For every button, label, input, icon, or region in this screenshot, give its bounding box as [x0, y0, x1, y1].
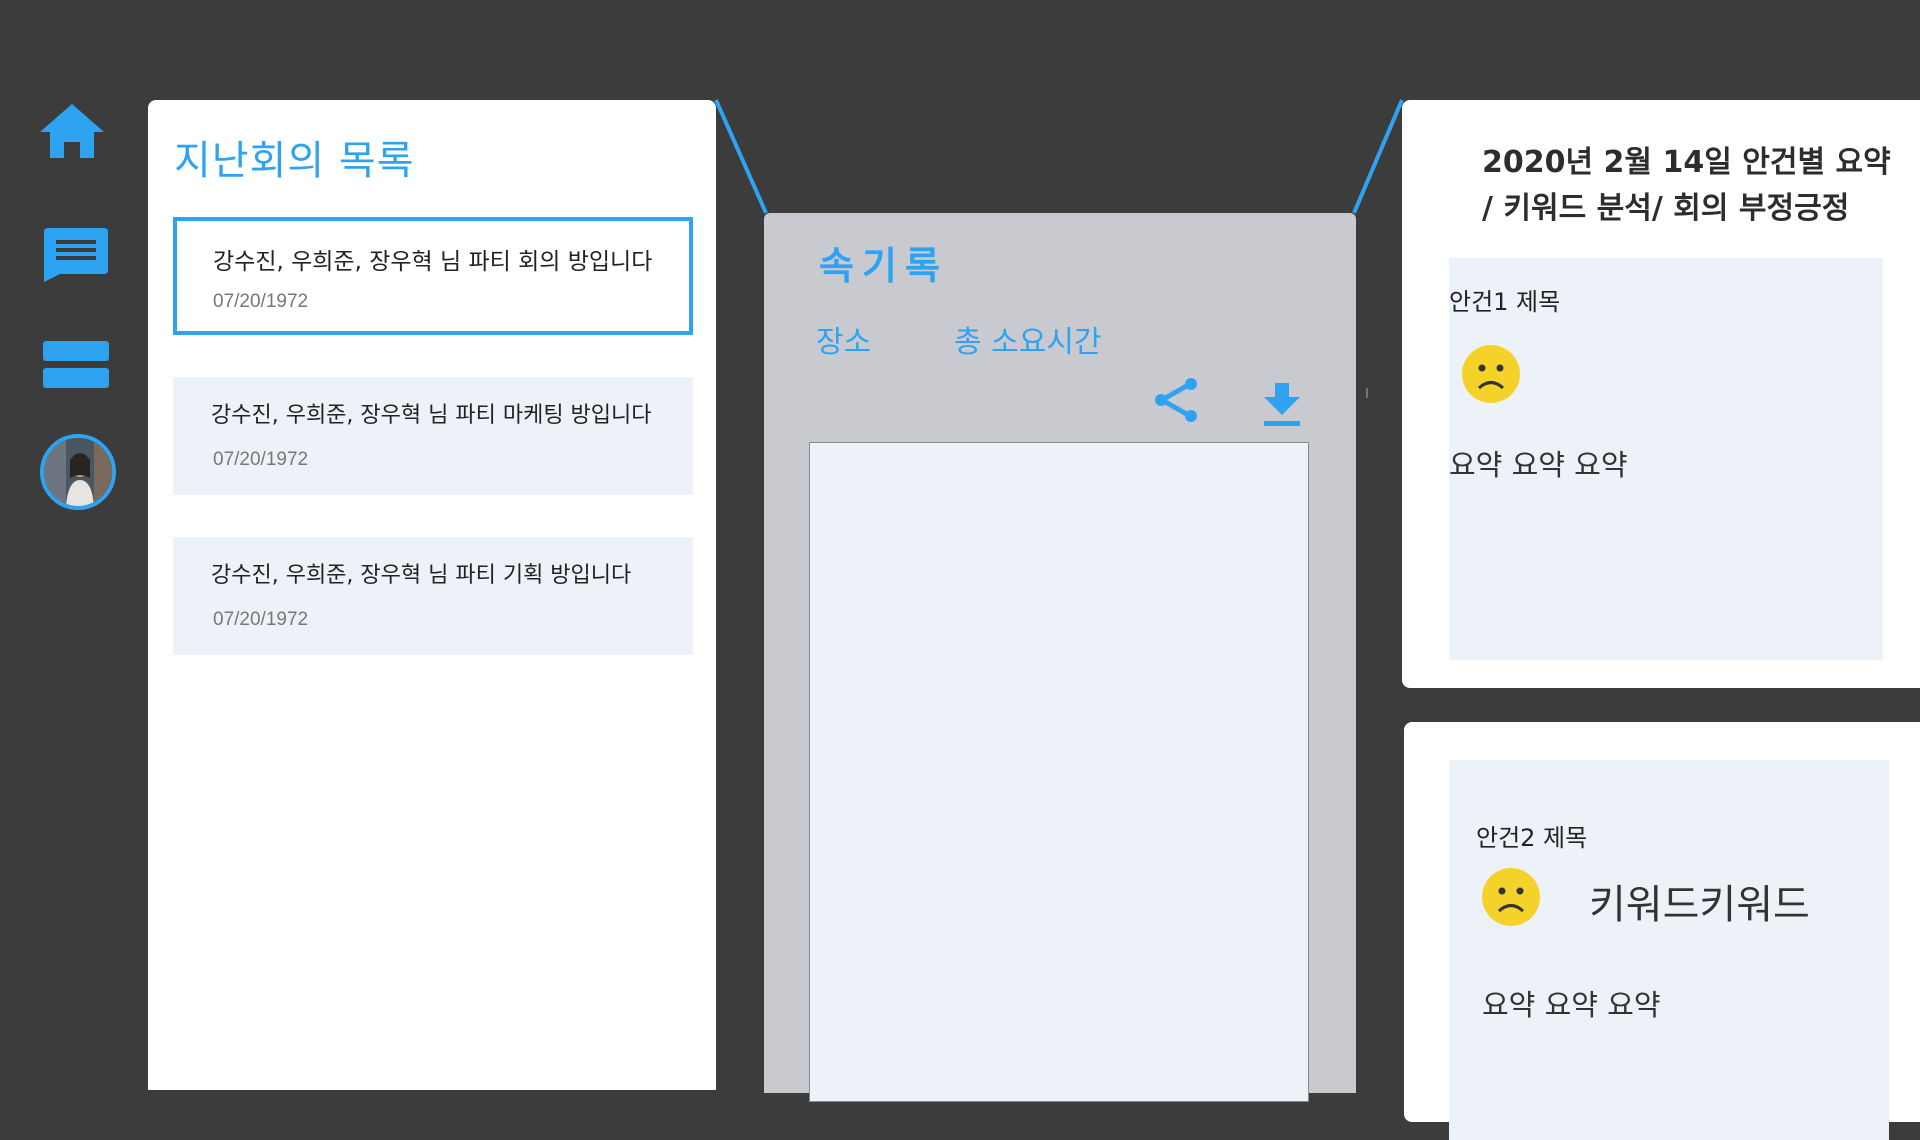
summary-panel: 2020년 2월 14일 안건별 요약 / 키워드 분석/ 회의 부정긍정 안건… [1402, 100, 1920, 688]
agenda-keyword: 키워드키워드 [1589, 882, 1810, 928]
agenda2-panel: 안건2 제목 키워드키워드 요약 요약 요약 [1404, 722, 1920, 1140]
summary-heading: 2020년 2월 14일 안건별 요약 / 키워드 분석/ 회의 부정긍정 [1482, 140, 1902, 232]
agenda-summary: 요약 요약 요약 [1482, 988, 1661, 1022]
agenda-card: 안건1 제목 요약 요약 요약 [1449, 258, 1883, 660]
record-content-area[interactable] [809, 442, 1309, 1102]
sad-face-icon [1482, 868, 1540, 926]
agenda-title: 안건1 제목 [1449, 288, 1561, 316]
divider-mark [1366, 388, 1368, 398]
agenda-card: 안건2 제목 키워드키워드 요약 요약 요약 [1449, 760, 1889, 1140]
record-title: 속기록 [819, 244, 948, 288]
share-icon[interactable] [1152, 377, 1202, 423]
agenda-summary: 요약 요약 요약 [1449, 448, 1628, 482]
place-label: 장소 [816, 325, 872, 360]
total-time-label: 총 소요시간 [954, 325, 1102, 360]
summary-heading-line2: / 키워드 분석/ 회의 부정긍정 [1482, 191, 1850, 226]
summary-heading-line1: 2020년 2월 14일 안건별 요약 [1482, 145, 1891, 180]
record-panel: 속기록 장소 총 소요시간 [764, 213, 1356, 1102]
agenda-title: 안건2 제목 [1476, 824, 1588, 852]
download-icon[interactable] [1262, 383, 1302, 427]
sad-face-icon [1462, 345, 1520, 403]
